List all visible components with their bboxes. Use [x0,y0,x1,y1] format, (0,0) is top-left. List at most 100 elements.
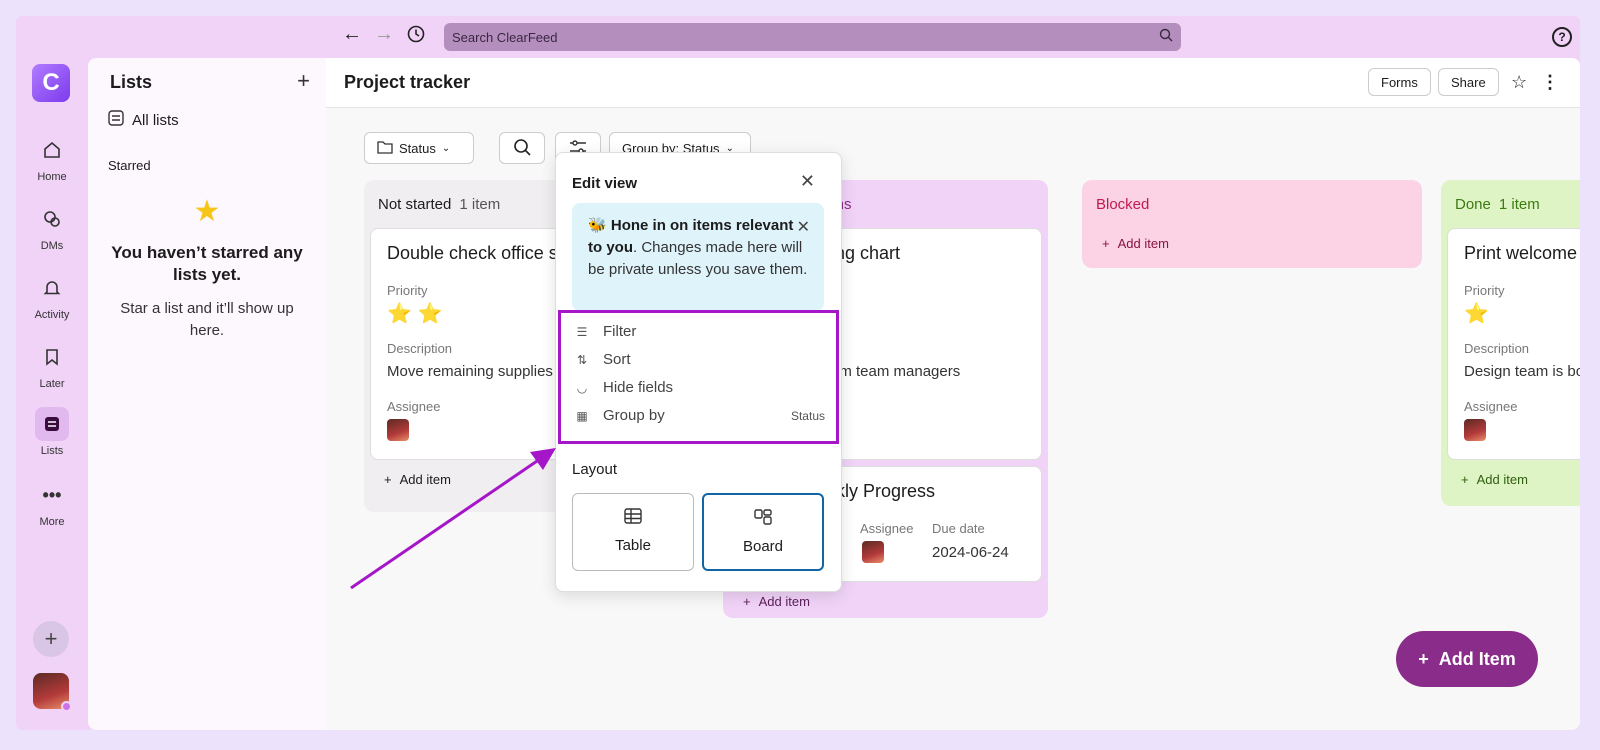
options-highlight: ☰ Filter ⇅ Sort ◡ Hide fields ▦ Group by Stat… [558,310,839,444]
add-item-fab[interactable]: + Add Item [1396,631,1538,687]
sort-icon: ⇅ [576,352,588,367]
more-icon: ••• [42,484,62,505]
rail-label: Lists [40,445,64,457]
item-card[interactable]: Print welcome Priority ⭐ Description Des… [1447,228,1580,460]
kebab-menu-icon[interactable]: ⋮ [1541,72,1559,93]
layout-label: Layout [572,461,618,478]
rail-item-more[interactable]: ••• More [16,478,88,529]
column-header: Done 1 item [1455,196,1540,213]
empty-state-subtitle: Star a list and it’ll show up here. [120,300,294,339]
group-by-value: Status [790,408,825,423]
share-button[interactable]: Share [1438,68,1499,96]
rail-item-activity[interactable]: Activity [16,271,88,321]
option-label: Group by [603,407,665,424]
option-label: Sort [603,351,631,368]
add-item-button[interactable]: + Add item [743,594,810,609]
card-title: ekly Progress [826,481,936,501]
plus-icon: + [1102,236,1110,251]
plus-icon: + [384,472,392,487]
group-icon: ▦ [576,408,588,423]
card-title: Double check office s [387,243,558,263]
option-hide-fields[interactable]: ◡ Hide fields [575,379,825,396]
due-date-value: 2024-06-24 [932,544,1009,561]
starred-heading: Starred [108,158,151,173]
search-list-button[interactable] [499,132,545,164]
main-content: Project tracker Forms Share ☆ ⋮ Status ⌄… [326,58,1580,730]
assignee-label: Assignee [1464,399,1518,414]
column-name: Not started [378,196,452,213]
add-item-button[interactable]: + Add item [1102,236,1169,251]
column-header: Blocked [1096,196,1149,213]
description-value: Design team is bo [1464,363,1580,380]
add-item-button[interactable]: + Add item [384,472,451,487]
search-icon [1159,28,1173,45]
card-title: Print welcome [1464,243,1578,263]
option-sort[interactable]: ⇅ Sort [575,351,825,368]
create-button[interactable]: + [33,621,69,657]
description-label: Description [387,341,453,356]
tip-banner: 🐝 Hone in on items relevant to you. Chan… [572,203,824,311]
history-icon[interactable] [404,22,428,46]
search-icon [513,138,531,159]
folder-icon [377,140,393,157]
edit-view-popover: Edit view ✕ 🐝 Hone in on items relevant … [555,152,842,592]
add-item-button[interactable]: + Add item [1461,472,1528,487]
popover-title: Edit view [572,175,638,192]
user-avatar[interactable] [33,673,72,712]
status-filter-button[interactable]: Status ⌄ [364,132,474,164]
assignee-avatar[interactable] [1464,419,1486,441]
priority-label: Priority [1464,283,1505,298]
back-icon[interactable]: ← [340,22,364,46]
star-outline-icon[interactable]: ☆ [1511,72,1527,93]
star-icon: ★ [193,195,221,228]
forward-icon[interactable]: → [372,22,396,46]
layout-table-button[interactable]: Table [572,493,694,571]
help-icon[interactable]: ? [1552,27,1572,47]
close-icon[interactable]: ✕ [800,171,815,192]
assignee-label: Assignee [860,521,914,536]
layout-board-button[interactable]: Board [702,493,824,571]
workspace-logo[interactable]: C [32,64,70,102]
chevron-down-icon: ⌄ [441,142,451,154]
home-icon [35,133,69,167]
option-group-by[interactable]: ▦ Group by Status [575,407,825,424]
assignee-avatar[interactable] [387,419,409,441]
add-item-label: Add item [1117,236,1169,251]
lists-sidebar: Lists + All lists Starred ★ You haven’t … [88,58,326,730]
page-title: Project tracker [344,72,471,92]
column-count: 1 item [459,196,501,213]
filter-icon: ☰ [576,324,588,339]
rail-item-dms[interactable]: DMs [16,202,88,252]
column-name: Done [1455,196,1491,213]
rail-label: Home [37,171,67,183]
rail-label: Activity [34,309,70,321]
all-lists-link[interactable]: All lists [108,110,179,130]
rail-item-later[interactable]: Later [16,340,88,390]
due-date-label: Due date [932,521,985,536]
plus-icon: + [743,594,751,609]
empty-state-title: You haven’t starred any lists yet. [111,243,303,284]
hide-icon: ◡ [576,380,588,395]
option-filter[interactable]: ☰ Filter [575,323,825,340]
rail-label: DMs [40,240,64,252]
forms-button[interactable]: Forms [1368,68,1431,96]
bookmark-icon [35,340,69,374]
description-value: Move remaining supplies [387,363,553,380]
presence-dot [61,701,72,712]
layout-label-table: Table [615,537,651,554]
layout-label-board: Board [742,538,784,555]
description-value: rom team managers [826,363,961,380]
column-name: Blocked [1096,196,1150,213]
main-header: Project tracker Forms Share ☆ ⋮ [326,58,1580,108]
option-label: Hide fields [603,379,674,396]
sidebar-title: Lists [110,72,153,92]
add-list-button[interactable]: + [297,68,310,94]
rail-item-lists[interactable]: Lists [16,407,88,457]
close-icon[interactable]: ✕ [797,217,810,239]
table-icon [573,508,693,529]
description-label: Description [1464,341,1530,356]
priority-stars: ⭐ ⭐ [387,303,443,325]
assignee-avatar[interactable] [862,541,884,563]
rail-item-home[interactable]: Home [16,133,88,183]
search-input[interactable]: Search ClearFeed [444,23,1181,51]
